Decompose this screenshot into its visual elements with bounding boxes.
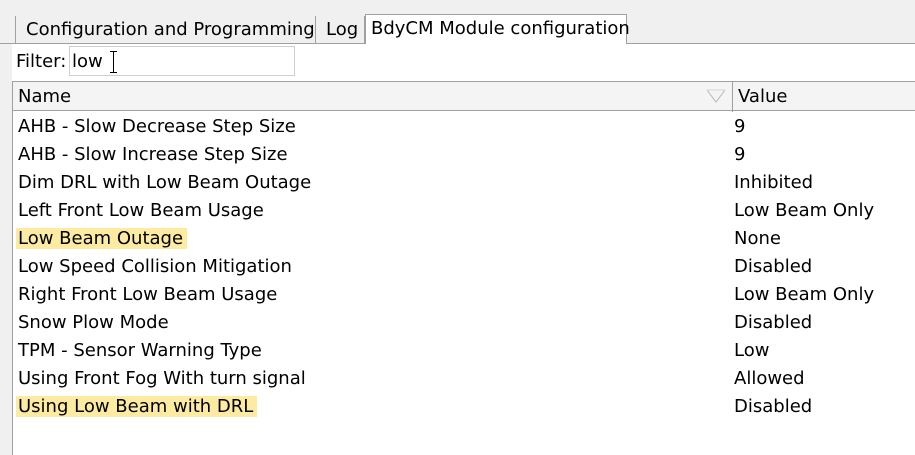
cell-name-text: Using Low Beam with DRL — [16, 396, 258, 417]
cell-value: Inhibited — [734, 172, 814, 193]
cell-value: 9 — [734, 144, 746, 165]
cell-value: Disabled — [734, 396, 813, 417]
sort-descending-icon[interactable] — [706, 89, 726, 103]
cell-name: Using Low Beam with DRL — [16, 393, 258, 421]
cell-name-text: Low Speed Collision Mitigation — [18, 256, 292, 277]
table-row[interactable]: TPM - Sensor Warning Type Low — [13, 337, 915, 365]
table-body: AHB - Slow Decrease Step Size 9 AHB - Slow… — [13, 113, 915, 421]
left-panel-edge — [0, 44, 12, 455]
table-row[interactable]: Dim DRL with Low Beam Outage Inhibited — [13, 169, 915, 197]
cell-name-text: Dim DRL with Low Beam Outage — [18, 172, 312, 193]
table-row[interactable]: Left Front Low Beam Usage Low Beam Only — [13, 197, 915, 225]
cell-name-text: Low Beam Outage — [16, 228, 188, 249]
table-row[interactable]: Low Beam Outage None — [13, 225, 915, 253]
cell-name: AHB - Slow Increase Step Size — [18, 141, 288, 169]
tab-configuration-and-programming[interactable]: Configuration and Programming — [15, 16, 316, 44]
tab-bar: Configuration and Programming Log BdyCM … — [0, 10, 915, 45]
filter-input[interactable] — [69, 46, 295, 76]
cell-value: None — [734, 228, 781, 249]
cell-name: Left Front Low Beam Usage — [18, 197, 264, 225]
cell-value: Disabled — [734, 312, 813, 333]
filter-bar: Filter: — [12, 44, 915, 80]
config-table: Name Value AHB - Slow Decrease Step Size… — [12, 81, 915, 455]
cell-name: Using Front Fog With turn signal — [18, 365, 306, 393]
cell-name: Low Speed Collision Mitigation — [18, 253, 292, 281]
cell-name-text: Snow Plow Mode — [18, 312, 169, 333]
cell-value: Disabled — [734, 256, 813, 277]
cell-value: 9 — [734, 116, 746, 137]
cell-name: Right Front Low Beam Usage — [18, 281, 277, 309]
cell-value: Low Beam Only — [734, 284, 875, 305]
cell-name-text: AHB - Slow Decrease Step Size — [18, 116, 296, 137]
table-row[interactable]: Snow Plow Mode Disabled — [13, 309, 915, 337]
table-row[interactable]: Using Low Beam with DRL Disabled — [13, 393, 915, 421]
cell-value: Low Beam Only — [734, 200, 875, 221]
cell-name-text: Left Front Low Beam Usage — [18, 200, 264, 221]
cell-name-text: Using Front Fog With turn signal — [18, 368, 306, 389]
table-row[interactable]: AHB - Slow Increase Step Size 9 — [13, 141, 915, 169]
tab-bdycm-module-configuration[interactable]: BdyCM Module configuration — [365, 14, 630, 45]
text-cursor-icon — [110, 51, 117, 73]
cell-name: Dim DRL with Low Beam Outage — [18, 169, 311, 197]
table-row[interactable]: Using Front Fog With turn signal Allowed — [13, 365, 915, 393]
tab-log[interactable]: Log — [316, 16, 365, 44]
cell-name-text: Right Front Low Beam Usage — [18, 284, 278, 305]
table-header: Name Value — [13, 81, 915, 112]
column-header-value[interactable]: Value — [738, 85, 787, 109]
cell-name: TPM - Sensor Warning Type — [18, 337, 262, 365]
cell-name-text: AHB - Slow Increase Step Size — [18, 144, 288, 165]
cell-name: Low Beam Outage — [16, 225, 188, 253]
cell-name-text: TPM - Sensor Warning Type — [18, 340, 262, 361]
filter-label: Filter: — [16, 51, 67, 72]
cell-value: Low — [734, 340, 770, 361]
column-resize-handle[interactable] — [732, 82, 733, 112]
cell-value: Allowed — [734, 368, 805, 389]
column-header-name[interactable]: Name — [18, 85, 71, 109]
cell-name: AHB - Slow Decrease Step Size — [18, 113, 296, 141]
table-row[interactable]: AHB - Slow Decrease Step Size 9 — [13, 113, 915, 141]
window-top-strip — [0, 0, 915, 10]
table-row[interactable]: Low Speed Collision Mitigation Disabled — [13, 253, 915, 281]
cell-name: Snow Plow Mode — [18, 309, 169, 337]
table-row[interactable]: Right Front Low Beam Usage Low Beam Only — [13, 281, 915, 309]
